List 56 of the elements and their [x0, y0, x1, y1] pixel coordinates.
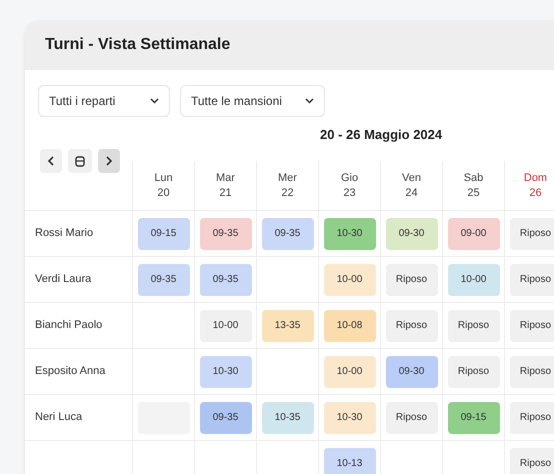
calendar-icon — [75, 155, 85, 167]
employee-name: Verdi Laura — [35, 272, 92, 288]
employee-name: Esposito Anna — [35, 364, 106, 380]
shift-chip[interactable]: 09-15 — [448, 402, 500, 434]
shift-chip[interactable]: 10-30 — [324, 402, 376, 434]
window-title: Turni - Vista Settimanale — [45, 35, 230, 55]
filter-dropdown[interactable]: Tutti i reparti — [38, 85, 170, 117]
chevron-down-icon — [150, 98, 159, 104]
filter-dropdown[interactable]: Tutte le mansioni — [180, 85, 325, 117]
shift-chip[interactable]: Riposo — [386, 264, 438, 296]
employee-name: Neri Luca — [35, 410, 82, 426]
day-header: Sab 25 — [443, 161, 505, 210]
shift-chip[interactable]: 09-30 — [386, 218, 438, 250]
next-button[interactable] — [98, 149, 120, 173]
shift-chip[interactable]: 10-00 — [324, 264, 376, 296]
day-header: Dom 26 — [505, 161, 554, 210]
previous-button[interactable] — [40, 149, 62, 173]
day-header: Mar 21 — [195, 161, 257, 210]
shift-chip[interactable]: Riposo — [510, 402, 554, 434]
shift-chip[interactable]: 10-00 — [324, 356, 376, 388]
shift-chip[interactable]: Riposo — [510, 264, 554, 296]
shift-chip[interactable]: 10-13 — [324, 448, 376, 474]
shift-chip[interactable]: 10-00 — [448, 264, 500, 296]
shift-chip[interactable]: 09-35 — [200, 218, 252, 250]
shift-chip[interactable]: Riposo — [386, 402, 438, 434]
shift-chip[interactable]: Riposo — [448, 356, 500, 388]
shift-chip[interactable]: Riposo — [510, 218, 554, 250]
shift-chip[interactable]: 10-00 — [200, 310, 252, 342]
shift-chip[interactable]: 09-35 — [200, 402, 252, 434]
shift-chip[interactable]: 10-30 — [200, 356, 252, 388]
shift-chip[interactable]: Riposo — [510, 356, 554, 388]
shift-chip[interactable]: 09-00 — [448, 218, 500, 250]
shift-chip[interactable]: Riposo — [386, 310, 438, 342]
date-range: 20 - 26 Maggio 2024 — [320, 126, 442, 144]
employee-name: Rossi Mario — [35, 226, 94, 242]
calendar-button[interactable] — [68, 149, 92, 173]
shift-chip[interactable]: Riposo — [448, 310, 500, 342]
shift-chip[interactable]: Riposo — [510, 448, 554, 474]
shift-chip[interactable]: 09-35 — [200, 264, 252, 296]
employee-name: Bianchi Paolo — [35, 318, 102, 334]
day-header: Ven 24 — [381, 161, 443, 210]
shift-chip[interactable]: 13-35 — [262, 310, 314, 342]
shift-chip[interactable]: 10-08 — [324, 310, 376, 342]
chevron-left-icon — [47, 156, 55, 166]
chevron-down-icon — [305, 98, 314, 104]
shift-chip[interactable]: 09-35 — [262, 218, 314, 250]
day-header: Gio 23 — [319, 161, 381, 210]
shift-chip[interactable]: 09-35 — [138, 264, 190, 296]
day-header: Mer 22 — [257, 161, 319, 210]
shift-chip[interactable]: 10-30 — [324, 218, 376, 250]
day-header: Lun 20 — [133, 161, 195, 210]
shift-chip[interactable]: 10-35 — [262, 402, 314, 434]
shift-chip[interactable]: 09-30 — [386, 356, 438, 388]
shift-chip[interactable]: 09-15 — [138, 218, 190, 250]
shift-chip[interactable]: Riposo — [510, 310, 554, 342]
chevron-right-icon — [105, 156, 113, 166]
